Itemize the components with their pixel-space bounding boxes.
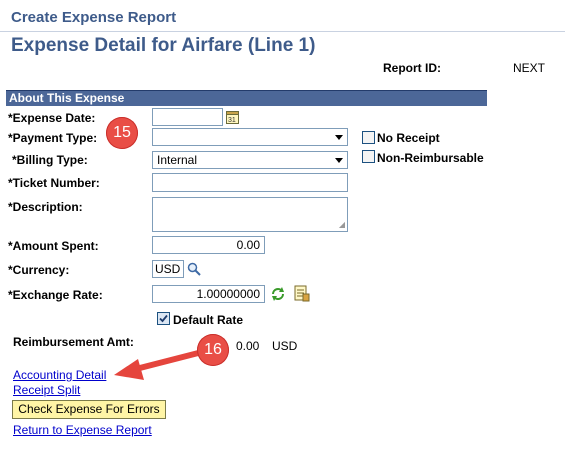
return-to-report-link[interactable]: Return to Expense Report	[13, 423, 152, 437]
page-heading: Expense Detail for Airfare (Line 1)	[11, 35, 316, 56]
chevron-down-icon	[335, 135, 343, 140]
amount-spent-input[interactable]: 0.00	[152, 236, 265, 254]
reimbursement-amount: 0.00	[236, 339, 260, 353]
amount-spent-label: *Amount Spent:	[8, 239, 99, 253]
chevron-down-icon	[335, 158, 343, 163]
no-receipt-checkbox[interactable]	[362, 131, 375, 144]
billing-type-value: Internal	[157, 153, 198, 167]
report-id-value: NEXT	[513, 61, 546, 75]
ticket-number-label: *Ticket Number:	[8, 176, 100, 190]
currency-label: *Currency:	[8, 263, 70, 277]
currency-input[interactable]: USD	[152, 260, 184, 278]
non-reimbursable-checkbox[interactable]	[362, 150, 375, 163]
refresh-icon[interactable]	[270, 286, 286, 302]
expense-date-input[interactable]	[152, 108, 223, 126]
exchange-rate-label: *Exchange Rate:	[8, 288, 103, 302]
reimbursement-currency: USD	[272, 339, 298, 353]
page-title: Create Expense Report	[11, 9, 177, 26]
title-divider	[0, 31, 565, 32]
search-icon[interactable]	[187, 262, 201, 276]
no-receipt-label: No Receipt	[377, 131, 440, 145]
exchange-rate-input[interactable]: 1.00000000	[152, 285, 265, 303]
annotation-badge-16: 16	[197, 334, 229, 366]
svg-text:31: 31	[228, 117, 236, 124]
resize-grip-icon[interactable]: ◢	[339, 221, 345, 229]
ticket-number-input[interactable]	[152, 173, 348, 192]
exchange-rate-detail-icon[interactable]	[294, 285, 310, 302]
default-rate-label: Default Rate	[173, 313, 244, 327]
calendar-icon[interactable]: 31	[226, 110, 239, 124]
expense-date-label: *Expense Date:	[8, 111, 96, 125]
checkmark-icon	[159, 314, 168, 323]
description-textarea[interactable]: ◢	[152, 197, 348, 232]
annotation-badge-15: 15	[106, 117, 138, 149]
description-label: *Description:	[8, 200, 83, 214]
receipt-split-link[interactable]: Receipt Split	[13, 383, 80, 397]
section-header: About This Expense	[6, 90, 487, 106]
report-id-label: Report ID:	[383, 61, 441, 75]
billing-type-select[interactable]: Internal	[152, 151, 348, 169]
billing-type-label: *Billing Type:	[12, 153, 88, 167]
payment-type-label: *Payment Type:	[8, 131, 98, 145]
payment-type-select[interactable]	[152, 128, 348, 146]
non-reimbursable-label: Non-Reimbursable	[377, 151, 484, 165]
check-expense-button[interactable]: Check Expense For Errors	[12, 400, 166, 419]
default-rate-checkbox[interactable]	[157, 312, 170, 325]
accounting-detail-link[interactable]: Accounting Detail	[13, 368, 106, 382]
